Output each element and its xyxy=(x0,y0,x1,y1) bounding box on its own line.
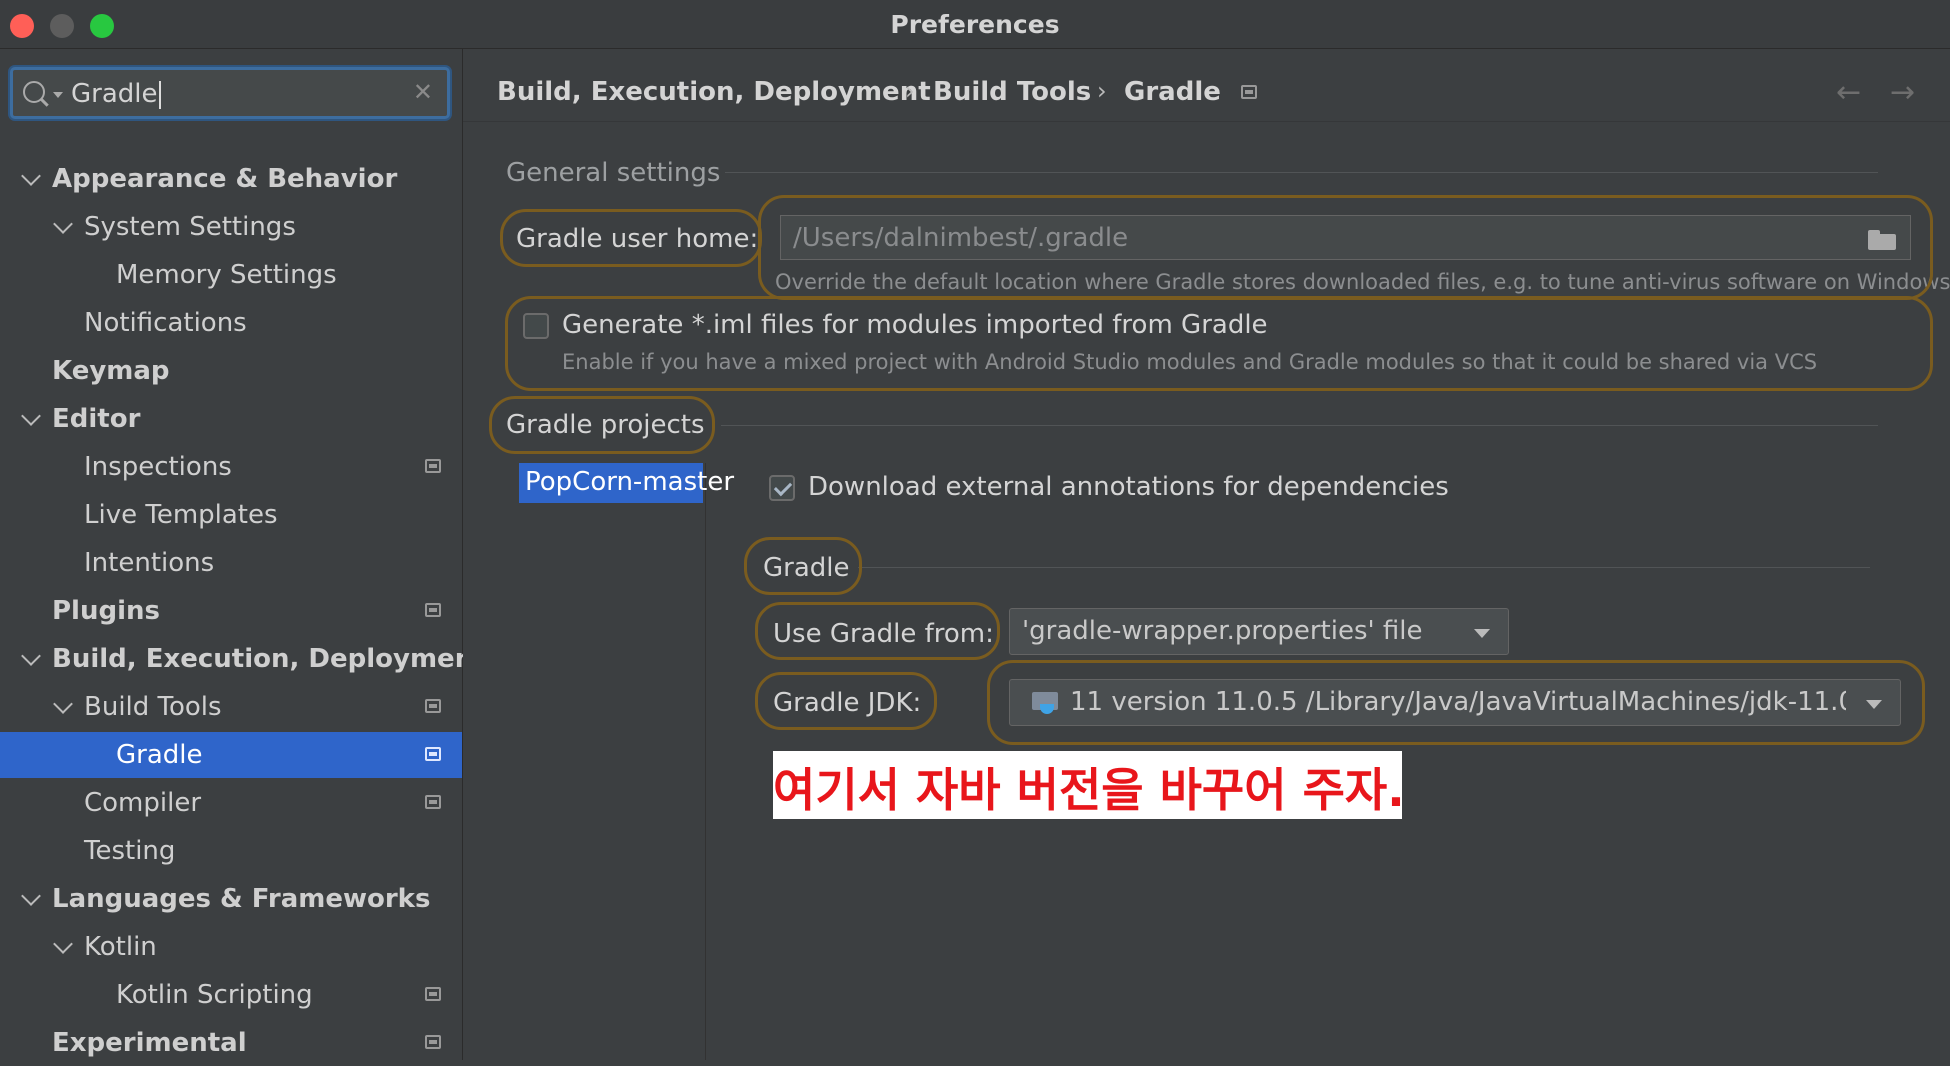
chevron-down-icon[interactable] xyxy=(53,694,73,714)
forward-arrow-icon[interactable]: → xyxy=(1890,75,1915,110)
sidebar-item-build-tools[interactable]: Build Tools xyxy=(0,684,462,730)
section-separator xyxy=(858,567,1870,568)
sidebar-item-inspections[interactable]: Inspections xyxy=(0,444,462,490)
search-field[interactable]: Gradle ✕ xyxy=(10,67,450,119)
text-cursor xyxy=(158,80,161,109)
gradle-jdk-select[interactable]: 11 version 11.0.5 /Library/Java/JavaVirt… xyxy=(1009,679,1901,726)
sidebar-item-notifications[interactable]: Notifications xyxy=(0,300,462,346)
breadcrumb-item: Gradle xyxy=(1124,77,1221,107)
project-level-icon xyxy=(425,747,441,761)
use-gradle-from-label: Use Gradle from: xyxy=(773,619,994,649)
gradle-projects-title: Gradle projects xyxy=(506,410,705,440)
gradle-user-home-input[interactable]: /Users/dalnimbest/.gradle xyxy=(780,215,1911,260)
generate-iml-checkbox[interactable] xyxy=(523,313,549,339)
use-gradle-from-select[interactable]: 'gradle-wrapper.properties' file xyxy=(1009,608,1509,655)
sidebar-item-experimental[interactable]: Experimental xyxy=(0,1020,462,1066)
gradle-jdk-label: Gradle JDK: xyxy=(773,688,922,718)
jdk-folder-icon xyxy=(1032,692,1058,714)
title-bar: Preferences xyxy=(0,0,1950,49)
sidebar-item-intentions[interactable]: Intentions xyxy=(0,540,462,586)
chevron-down-icon[interactable] xyxy=(53,934,73,954)
sidebar-item-plugins[interactable]: Plugins xyxy=(0,588,462,634)
sidebar-item-live-templates[interactable]: Live Templates xyxy=(0,492,462,538)
settings-content: Build, Execution, Deployment › Build Too… xyxy=(463,49,1950,1060)
search-icon xyxy=(23,81,45,103)
project-level-icon xyxy=(425,795,441,809)
chevron-down-icon[interactable] xyxy=(21,886,41,906)
settings-sidebar: Gradle ✕ Appearance & Behavior System Se… xyxy=(0,49,486,1060)
section-separator xyxy=(721,425,1878,426)
breadcrumb: Build, Execution, Deployment › Build Too… xyxy=(463,49,1950,122)
download-annotations-checkbox[interactable] xyxy=(769,475,795,501)
chevron-down-icon[interactable] xyxy=(53,214,73,234)
back-arrow-icon[interactable]: ← xyxy=(1836,75,1861,110)
window-title: Preferences xyxy=(890,10,1060,39)
project-level-icon xyxy=(425,603,441,617)
sidebar-item-kotlin-scripting[interactable]: Kotlin Scripting xyxy=(0,972,462,1018)
gradle-projects-list: PopCorn-master xyxy=(519,463,734,1060)
sidebar-item-system-settings[interactable]: System Settings xyxy=(0,204,462,250)
chevron-down-icon[interactable] xyxy=(21,406,41,426)
gradle-section-title: Gradle xyxy=(763,553,850,583)
gradle-user-home-label: Gradle user home: xyxy=(516,224,759,254)
chevron-down-icon[interactable] xyxy=(21,646,41,666)
sidebar-item-memory-settings[interactable]: Memory Settings xyxy=(0,252,462,298)
project-level-icon xyxy=(425,459,441,473)
sidebar-item-gradle[interactable]: Gradle xyxy=(0,732,462,778)
project-level-icon xyxy=(425,987,441,1001)
chevron-down-icon[interactable] xyxy=(21,166,41,186)
section-separator xyxy=(725,172,1878,173)
search-history-dropdown-icon[interactable] xyxy=(53,92,63,98)
sidebar-item-keymap[interactable]: Keymap xyxy=(0,348,462,394)
annotation-callout: 여기서 자바 버전을 바꾸어 주자. xyxy=(773,751,1405,819)
sidebar-item-editor[interactable]: Editor xyxy=(0,396,462,442)
breadcrumb-separator: › xyxy=(1097,77,1107,105)
generate-iml-hint: Enable if you have a mixed project with … xyxy=(562,350,1818,374)
project-level-icon xyxy=(425,1035,441,1049)
general-settings-title: General settings xyxy=(506,158,721,188)
generate-iml-label[interactable]: Generate *.iml files for modules importe… xyxy=(562,310,1268,340)
sidebar-item-compiler[interactable]: Compiler xyxy=(0,780,462,826)
sidebar-item-build-execution-deployment[interactable]: Build, Execution, Deployment xyxy=(0,636,486,682)
breadcrumb-item[interactable]: Build, Execution, Deployment xyxy=(497,77,931,107)
folder-icon[interactable] xyxy=(1868,230,1896,250)
sidebar-item-languages-frameworks[interactable]: Languages & Frameworks xyxy=(0,876,462,922)
list-item[interactable]: PopCorn-master xyxy=(519,463,734,503)
breadcrumb-item[interactable]: Build Tools xyxy=(933,77,1091,107)
sidebar-item-appearance-behavior[interactable]: Appearance & Behavior xyxy=(0,156,462,202)
clear-search-icon[interactable]: ✕ xyxy=(413,78,433,106)
breadcrumb-separator: › xyxy=(905,77,915,105)
download-annotations-label[interactable]: Download external annotations for depend… xyxy=(808,472,1449,502)
search-input[interactable]: Gradle xyxy=(71,79,161,109)
project-level-icon xyxy=(425,699,441,713)
chevron-down-icon xyxy=(1866,700,1882,709)
sidebar-item-testing[interactable]: Testing xyxy=(0,828,462,874)
chevron-down-icon xyxy=(1474,629,1490,638)
gradle-user-home-hint: Override the default location where Grad… xyxy=(775,270,1950,294)
sidebar-item-kotlin[interactable]: Kotlin xyxy=(0,924,462,970)
project-level-icon xyxy=(1241,85,1257,99)
